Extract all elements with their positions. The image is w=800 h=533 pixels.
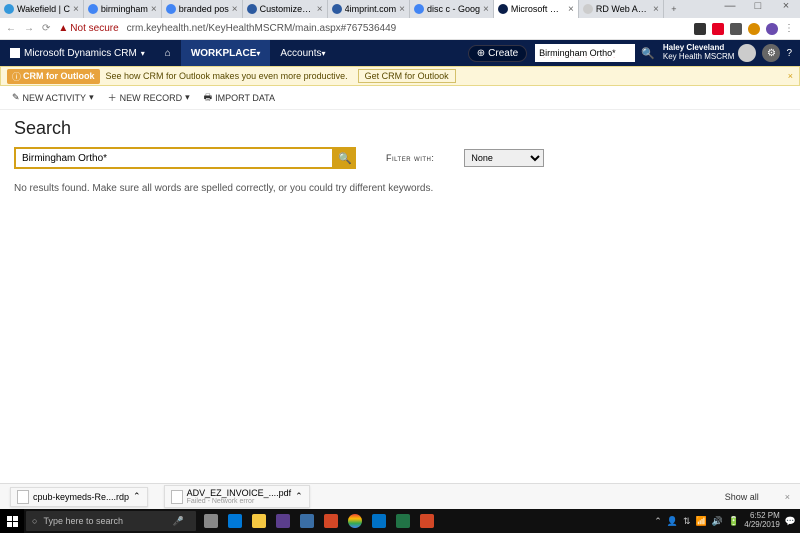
- tab-0[interactable]: Wakefield | C×: [0, 0, 84, 18]
- action-toolbar: ✎NEW ACTIVITY ▾ ＋NEW RECORD ▾ 🖶IMPORT DA…: [0, 86, 800, 110]
- close-icon[interactable]: ×: [483, 4, 489, 15]
- no-results-message: No results found. Make sure all words ar…: [14, 183, 786, 194]
- ext-icon[interactable]: [730, 23, 742, 35]
- windows-taskbar: ○ Type here to search 🎤 ⌃ 👤 ⇅ 📶 🔊 🔋 6:52…: [0, 509, 800, 533]
- close-shelf-button[interactable]: ×: [785, 492, 790, 502]
- notification-bar: ⓘCRM for Outlook See how CRM for Outlook…: [0, 66, 800, 86]
- download-shelf: cpub-keymeds-Re....rdp ⌃ ADV_EZ_INVOICE_…: [0, 483, 800, 509]
- import-data-button[interactable]: 🖶IMPORT DATA: [204, 90, 275, 106]
- accounts-menu[interactable]: Accounts: [270, 40, 335, 66]
- tray-people-icon[interactable]: 👤: [667, 516, 678, 527]
- taskbar-clock[interactable]: 6:52 PM 4/29/2019: [744, 512, 780, 530]
- help-icon[interactable]: ?: [786, 48, 792, 59]
- taskbar-app[interactable]: [320, 510, 342, 532]
- import-icon: 🖶: [204, 90, 213, 106]
- tab-7[interactable]: RD Web Acce×: [579, 0, 664, 18]
- notifications-icon[interactable]: 💬: [785, 516, 796, 527]
- tab-4[interactable]: 4imprint.com×: [328, 0, 410, 18]
- tray-wifi-icon[interactable]: 📶: [696, 516, 707, 527]
- minimize-button[interactable]: —: [716, 0, 744, 18]
- search-box: 🔍: [14, 147, 356, 169]
- close-icon[interactable]: ×: [317, 4, 323, 15]
- mic-icon[interactable]: 🎤: [173, 516, 184, 527]
- tab-2[interactable]: branded pos×: [162, 0, 243, 18]
- filter-select[interactable]: None: [464, 149, 544, 167]
- file-icon: [17, 490, 29, 504]
- crm-header: Microsoft Dynamics CRM ⌂ WORKPLACE Accou…: [0, 40, 800, 66]
- filter-label: Filter with:: [386, 153, 434, 163]
- chevron-up-icon[interactable]: ⌃: [295, 491, 303, 502]
- ext-icon[interactable]: [766, 23, 778, 35]
- tray-volume-icon[interactable]: 🔊: [712, 516, 723, 527]
- security-indicator[interactable]: ▲ Not secure: [58, 23, 118, 34]
- taskbar-app[interactable]: [368, 510, 390, 532]
- reload-button[interactable]: ⟳: [42, 23, 50, 34]
- show-all-downloads[interactable]: Show all: [725, 492, 759, 502]
- taskbar-app[interactable]: [416, 510, 438, 532]
- menu-icon[interactable]: ⋮: [784, 23, 794, 34]
- close-icon[interactable]: ×: [653, 4, 659, 15]
- download-item[interactable]: cpub-keymeds-Re....rdp ⌃: [10, 487, 148, 507]
- search-input[interactable]: [14, 147, 334, 169]
- new-record-button[interactable]: ＋NEW RECORD ▾: [108, 91, 190, 104]
- taskbar-app[interactable]: [392, 510, 414, 532]
- close-icon[interactable]: ×: [788, 71, 793, 81]
- workplace-menu[interactable]: WORKPLACE: [181, 40, 271, 66]
- ext-icon[interactable]: [712, 23, 724, 35]
- info-icon: ⓘ: [12, 70, 21, 83]
- ext-icon[interactable]: [694, 23, 706, 35]
- taskbar-app[interactable]: [272, 510, 294, 532]
- close-icon[interactable]: ×: [232, 4, 238, 15]
- page-title: Search: [14, 118, 786, 139]
- start-button[interactable]: [0, 509, 24, 533]
- avatar[interactable]: [738, 44, 756, 62]
- search-icon: ○: [32, 516, 37, 526]
- taskbar-search[interactable]: ○ Type here to search 🎤: [26, 511, 196, 531]
- back-button[interactable]: ←: [6, 23, 16, 34]
- taskbar-app[interactable]: [344, 510, 366, 532]
- close-window-button[interactable]: ×: [772, 0, 800, 18]
- new-tab-button[interactable]: +: [664, 0, 684, 18]
- tab-1[interactable]: birmingham×: [84, 0, 162, 18]
- search-icon[interactable]: 🔍: [641, 47, 655, 60]
- url-text[interactable]: crm.keyhealth.net/KeyHealthMSCRM/main.as…: [127, 23, 686, 34]
- file-icon: [171, 490, 183, 504]
- outlook-tag: ⓘCRM for Outlook: [7, 69, 100, 84]
- notification-text: See how CRM for Outlook makes you even m…: [106, 71, 348, 81]
- tray-chevron-icon[interactable]: ⌃: [654, 516, 662, 527]
- global-search-input[interactable]: [535, 44, 635, 62]
- close-icon[interactable]: ×: [568, 4, 574, 15]
- home-button[interactable]: ⌂: [155, 40, 181, 66]
- browser-tabs: Wakefield | C× birmingham× branded pos× …: [0, 0, 800, 18]
- download-item[interactable]: ADV_EZ_INVOICE_....pdfFailed - Network e…: [164, 485, 310, 508]
- plus-icon: ⊕: [477, 48, 485, 59]
- maximize-button[interactable]: □: [744, 0, 772, 18]
- taskbar-app[interactable]: [200, 510, 222, 532]
- edit-icon: ✎: [12, 92, 20, 103]
- tray-network-icon[interactable]: ⇅: [683, 516, 691, 527]
- close-icon[interactable]: ×: [73, 4, 79, 15]
- search-button[interactable]: 🔍: [334, 147, 356, 169]
- ext-icon[interactable]: [748, 23, 760, 35]
- get-crm-outlook-button[interactable]: Get CRM for Outlook: [358, 69, 456, 83]
- new-activity-button[interactable]: ✎NEW ACTIVITY ▾: [12, 92, 94, 103]
- address-bar: ← → ⟳ ▲ Not secure crm.keyhealth.net/Key…: [0, 18, 800, 40]
- create-button[interactable]: ⊕Create: [468, 45, 527, 62]
- plus-icon: ＋: [108, 91, 117, 104]
- tray-battery-icon[interactable]: 🔋: [728, 516, 739, 527]
- taskbar-app[interactable]: [296, 510, 318, 532]
- crm-app-menu[interactable]: Microsoft Dynamics CRM: [0, 40, 155, 66]
- chevron-up-icon[interactable]: ⌃: [133, 491, 141, 502]
- tab-6[interactable]: Microsoft Dyn×: [494, 0, 579, 18]
- settings-icon[interactable]: ⚙: [762, 44, 780, 62]
- taskbar-app[interactable]: [224, 510, 246, 532]
- forward-button[interactable]: →: [24, 23, 34, 34]
- close-icon[interactable]: ×: [399, 4, 405, 15]
- user-info[interactable]: Haley Cleveland Key Health MSCRM: [663, 44, 735, 62]
- close-icon[interactable]: ×: [151, 4, 157, 15]
- tab-5[interactable]: disc c - Goog×: [410, 0, 494, 18]
- taskbar-app[interactable]: [248, 510, 270, 532]
- tab-3[interactable]: Customized V×: [243, 0, 328, 18]
- main-content: Search 🔍 Filter with: None No results fo…: [0, 110, 800, 483]
